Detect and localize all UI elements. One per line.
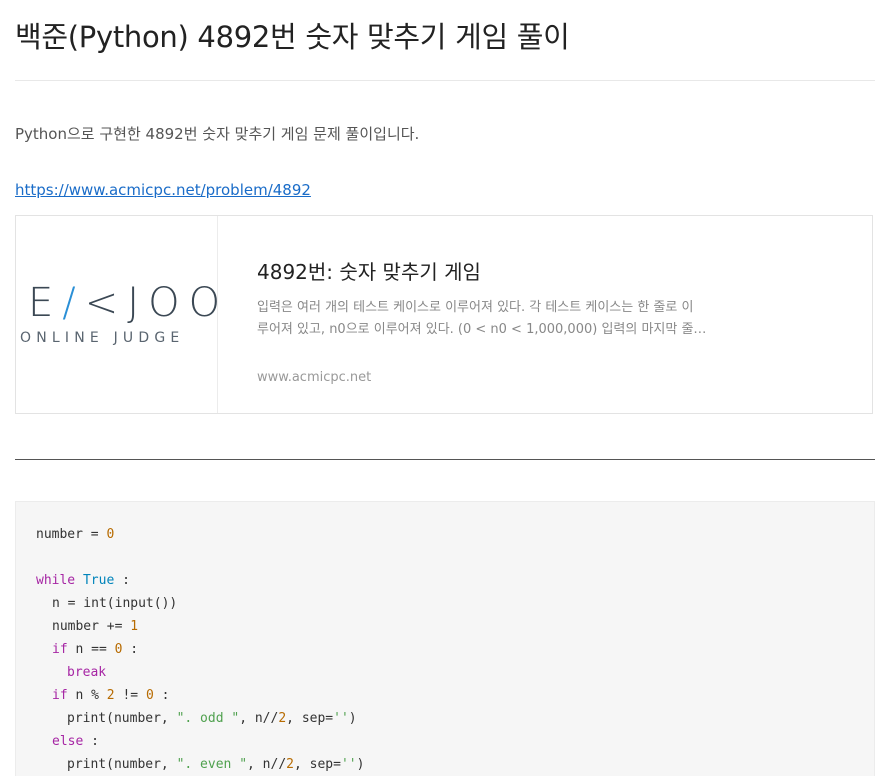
code-block[interactable]: number = 0 while True : n = int(input())… [15, 501, 875, 776]
logo-letters-joo: JOO [127, 280, 230, 326]
code-line: number += 1 [52, 619, 139, 634]
preview-description-line: 입력은 여러 개의 테스트 케이스로 이루어져 있다. 각 테스트 케이스는 한… [257, 300, 694, 315]
code-line: break [67, 665, 107, 680]
code-line: print(number, ". even ", n//2, sep='') [67, 757, 365, 772]
logo-letter-e: E [28, 280, 63, 326]
post-title: 백준(Python) 4892번 숫자 맞추기 게임 풀이 [15, 20, 570, 54]
section-divider [15, 459, 875, 460]
code-line: else : [52, 734, 99, 749]
code-line-blank [36, 546, 364, 569]
logo-subtitle: ONLINE JUDGE [20, 330, 185, 346]
code-line: if n == 0 : [52, 642, 139, 657]
code-line: while True : [36, 573, 130, 588]
post-intro: Python으로 구현한 4892번 숫자 맞추기 게임 문제 풀이입니다. [15, 125, 420, 143]
preview-title[interactable]: 4892번: 숫자 맞추기 게임 [257, 256, 481, 285]
code-line: number = 0 [36, 527, 115, 542]
link-preview-card[interactable]: E/<JOO ONLINE JUDGE 4892번: 숫자 맞추기 게임 입력은… [15, 215, 873, 414]
code-lines: number = 0 while True : n = int(input())… [36, 523, 364, 776]
preview-description-line: 루어져 있고, n0으로 이루어져 있다. (0 < n0 < 1,000,00… [257, 322, 707, 337]
logo-letter-k: < [84, 280, 128, 326]
blog-post-page: 백준(Python) 4892번 숫자 맞추기 게임 풀이 Python으로 구… [0, 0, 892, 776]
code-line: print(number, ". odd ", n//2, sep='') [67, 711, 357, 726]
title-divider [15, 80, 875, 81]
logo-accent-slash: / [62, 280, 85, 326]
preview-domain: www.acmicpc.net [257, 370, 372, 385]
code-line: if n % 2 != 0 : [52, 688, 170, 703]
problem-link[interactable]: https://www.acmicpc.net/problem/4892 [15, 181, 311, 199]
code-line: n = int(input()) [52, 596, 178, 611]
preview-description: 입력은 여러 개의 테스트 케이스로 이루어져 있다. 각 테스트 케이스는 한… [257, 297, 727, 341]
baekjoon-logo: E/<JOO [28, 280, 229, 326]
preview-thumbnail: E/<JOO ONLINE JUDGE [16, 216, 220, 413]
